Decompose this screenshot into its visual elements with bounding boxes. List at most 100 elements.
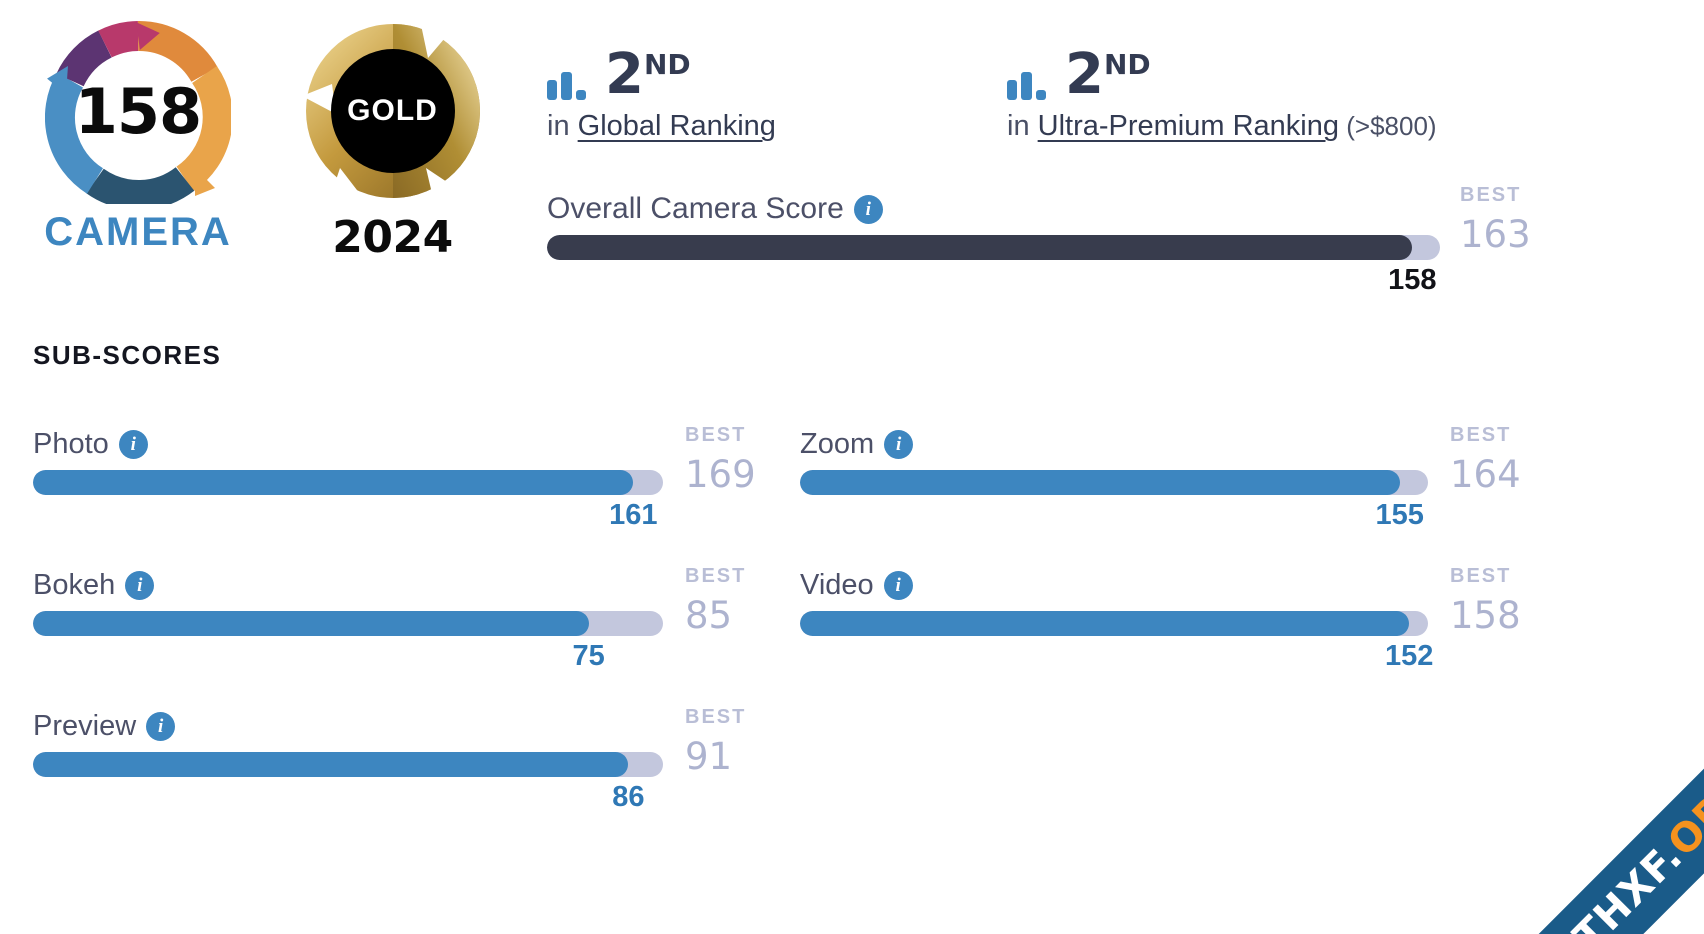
bar-chart-icon-svg: [1007, 72, 1046, 100]
info-icon[interactable]: i: [853, 194, 883, 224]
sub-score-track: [800, 470, 1428, 495]
sub-scores-title: SUB-SCORES: [33, 340, 222, 370]
sub-score-value: 161: [609, 499, 658, 531]
ranking-position-number: 2: [1065, 41, 1104, 107]
sub-score-track-wrap: 155: [800, 470, 1428, 531]
sub-score-track-wrap: 86: [33, 752, 663, 813]
overall-best-value: 163: [1460, 213, 1531, 256]
sub-score-fill: [800, 470, 1400, 495]
ranking-position: 2 ND: [1065, 41, 1151, 107]
sub-score-bokeh: Bokeh i 75 BEST 85: [33, 565, 744, 710]
best-label: BEST: [1450, 424, 1512, 446]
sub-score-fill: [33, 752, 629, 777]
info-icon[interactable]: i: [884, 430, 914, 459]
camera-score-value: 158: [74, 74, 202, 148]
sub-score-label: Zoom: [800, 428, 875, 460]
sub-score-track: [33, 470, 663, 495]
camera-score-ring: 158: [45, 18, 231, 204]
ranking-global: 2 ND in Global Ranking: [547, 30, 1007, 143]
overall-score-track-wrap: 158: [547, 235, 1440, 296]
sub-score-label: Preview: [33, 710, 137, 742]
gold-medal-graphic: GOLD: [300, 18, 486, 204]
award-tier-label: GOLD: [347, 94, 438, 127]
ranking-ultra-premium: 2 ND in Ultra-Premium Ranking (>$800): [1007, 30, 1437, 143]
sub-score-track: [800, 611, 1428, 636]
sub-score-label-row: Preview i: [33, 710, 663, 743]
ranking-subtitle: in Ultra-Premium Ranking (>$800): [1007, 110, 1437, 143]
ranking-position: 2 ND: [605, 41, 691, 107]
overall-score-track: [547, 235, 1440, 260]
sub-score-photo: Photo i 161 BEST 169: [33, 424, 756, 569]
overall-score-label-row: Overall Camera Score i: [547, 192, 1440, 226]
overall-score-value: 158: [1388, 264, 1437, 296]
sub-score-best-value: 169: [685, 453, 756, 496]
sub-score-track: [33, 752, 663, 777]
sub-score-value: 75: [572, 640, 605, 672]
sub-score-fill: [33, 611, 589, 636]
sub-score-best-block: BEST 169: [685, 424, 795, 496]
sub-score-label: Photo: [33, 428, 109, 460]
bar-chart-icon: [547, 68, 591, 100]
sub-score-label-row: Zoom i: [800, 428, 1428, 461]
sub-score-track-wrap: 161: [33, 470, 663, 531]
sub-score-value: 152: [1384, 640, 1434, 672]
sub-scores-column-left: Photo i 161 BEST 169 Bokeh i 75 BEST 85 …: [33, 424, 756, 851]
sub-score-value: 86: [612, 781, 645, 813]
sub-score-best-value: 91: [685, 735, 733, 778]
ultra-premium-ranking-link[interactable]: Ultra-Premium Ranking: [1038, 110, 1339, 142]
ranking-note: (>$800): [1339, 111, 1437, 141]
watermark-text-accent: ORG: [1659, 762, 1704, 866]
award-badge: GOLD 2024: [285, 18, 500, 263]
ranking-position-suffix: ND: [643, 47, 691, 81]
sub-score-value: 155: [1375, 499, 1424, 531]
site-watermark: THXF. ORG: [1444, 674, 1704, 934]
info-icon[interactable]: i: [883, 571, 913, 600]
sub-score-zoom: Zoom i 155 BEST 164: [800, 424, 1521, 569]
top-section: 158 CAMERA GOLD 2024 2 ND in Global Rank…: [0, 0, 1704, 320]
ranking-position-number: 2: [605, 41, 644, 107]
best-label: BEST: [685, 565, 747, 587]
award-year: 2024: [332, 212, 453, 263]
sub-score-best-block: BEST 85: [685, 565, 795, 637]
sub-score-best-value: 164: [1450, 453, 1521, 496]
sub-score-video: Video i 152 BEST 158: [800, 565, 1521, 710]
ranking-prefix: in: [1007, 110, 1038, 142]
sub-scores-column-right: Zoom i 155 BEST 164 Video i 152 BEST 158: [800, 424, 1521, 710]
camera-score-card: 158 CAMERA GOLD 2024 2 ND in Global Rank…: [0, 0, 1704, 934]
sub-score-track-wrap: 75: [33, 611, 663, 672]
sub-score-best-value: 158: [1450, 594, 1521, 637]
sub-score-best-block: BEST 164: [1450, 424, 1560, 496]
global-ranking-link[interactable]: Global Ranking: [578, 110, 776, 142]
sub-score-label-row: Bokeh i: [33, 569, 663, 602]
sub-score-track-wrap: 152: [800, 611, 1433, 672]
sub-score-label: Video: [800, 569, 874, 601]
info-icon[interactable]: i: [146, 712, 176, 741]
bar-chart-icon: [1007, 68, 1051, 100]
watermark-band: THXF. ORG: [1489, 686, 1704, 934]
best-label: BEST: [685, 706, 747, 728]
overall-camera-score: Overall Camera Score i 158 BEST 163: [547, 184, 1531, 296]
camera-score-badge: 158 CAMERA: [33, 18, 243, 255]
best-label: BEST: [1450, 565, 1512, 587]
ranking-subtitle: in Global Ranking: [547, 110, 1007, 143]
bar-chart-icon-svg: [547, 72, 586, 100]
overall-score-label: Overall Camera Score: [547, 192, 844, 225]
camera-badge-label: CAMERA: [44, 210, 232, 254]
ranking-position-suffix: ND: [1103, 47, 1151, 81]
sub-score-label: Bokeh: [33, 569, 116, 601]
sub-score-fill: [800, 611, 1410, 636]
best-label: BEST: [685, 424, 747, 446]
watermark-text-primary: THXF.: [1565, 833, 1692, 934]
sub-score-label-row: Video i: [800, 569, 1428, 602]
best-label: BEST: [1460, 184, 1522, 206]
info-icon[interactable]: i: [118, 430, 148, 459]
ranking-prefix: in: [547, 110, 578, 142]
info-icon[interactable]: i: [125, 571, 155, 600]
sub-score-best-value: 85: [685, 594, 733, 637]
sub-score-preview: Preview i 86 BEST 91: [33, 706, 744, 851]
overall-best-block: BEST 163: [1460, 184, 1590, 256]
sub-score-best-block: BEST 91: [685, 706, 795, 778]
sub-score-track: [33, 611, 663, 636]
sub-score-fill: [33, 470, 634, 495]
sub-score-best-block: BEST 158: [1450, 565, 1560, 637]
